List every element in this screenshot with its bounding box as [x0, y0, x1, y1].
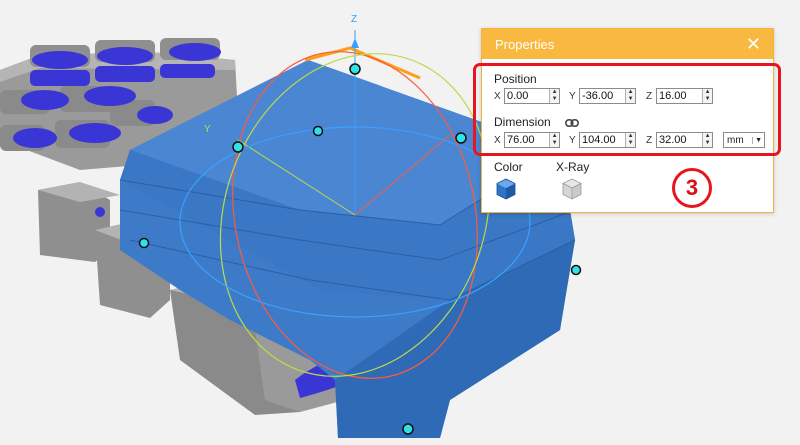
color-cube-icon[interactable]	[495, 178, 517, 205]
axis-z-label: Z	[351, 14, 358, 25]
axis-y-label: Y	[204, 124, 211, 135]
close-icon[interactable]: ✕	[746, 35, 761, 53]
properties-header: Properties ✕	[482, 29, 773, 59]
step-number: 3	[685, 175, 699, 200]
highlight-box	[473, 63, 781, 156]
xray-cube-icon[interactable]	[561, 178, 583, 205]
color-label: Color	[494, 160, 523, 174]
step-number-badge: 3	[672, 168, 712, 208]
properties-title: Properties	[495, 36, 555, 52]
xray-label: X-Ray	[556, 160, 590, 174]
